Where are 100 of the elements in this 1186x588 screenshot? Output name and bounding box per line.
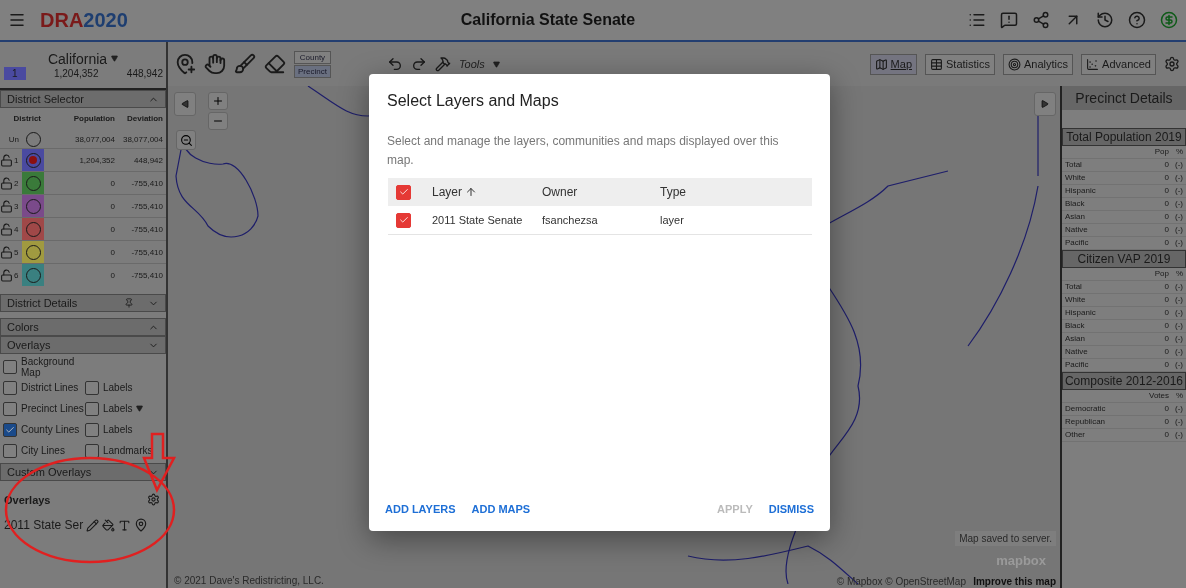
column-header: District [12, 113, 42, 123]
table-cell-text: (-) [1174, 283, 1183, 291]
column-header: Pop [1153, 148, 1169, 156]
table-cell-text: (-) [1174, 200, 1183, 208]
table-cell-text: (-) [1174, 174, 1183, 182]
section-title: Composite 2012-2016 [1062, 372, 1186, 390]
table-cell-text: 0 [1163, 226, 1169, 234]
table-cell-text: 2011 State Senate [432, 214, 524, 226]
column-header: Population [72, 113, 116, 123]
table-cell-text: Total [1065, 161, 1083, 169]
checkbox-label: Labels [103, 382, 133, 393]
section-title: Total Population 2019 [1062, 128, 1186, 146]
table-cell-text: Un [7, 134, 20, 144]
table-cell-text: 0 [1163, 213, 1169, 221]
checkbox-label: Background Map [21, 355, 76, 378]
table-cell-text: fsanchezsa [542, 214, 599, 226]
table-cell-text: (-) [1174, 322, 1183, 330]
table-cell-text: 0 [1163, 309, 1169, 317]
table-cell-text: Black [1065, 200, 1086, 208]
column-header: % [1174, 270, 1183, 278]
table-cell-text: Asian [1065, 213, 1086, 221]
table-cell-text: 0 [1163, 361, 1169, 369]
table-cell-text: 0 [1163, 418, 1169, 426]
table-cell-text: Democratic [1065, 405, 1107, 413]
table-cell-text: 0 [1163, 296, 1169, 304]
table-cell-text: Pacific [1065, 361, 1090, 369]
table-cell-text: 0 [1163, 161, 1169, 169]
table-cell-text: Black [1065, 322, 1086, 330]
section-title: Citizen VAP 2019 [1062, 250, 1186, 268]
table-cell-text: -755,410 [130, 178, 164, 188]
district-number: 5 [14, 247, 19, 257]
district-number: 1 [14, 155, 19, 165]
checkbox-label: Labels [103, 424, 133, 435]
table-cell-text: (-) [1174, 405, 1183, 413]
district-number: 1 [4, 66, 26, 80]
table-cell-text: (-) [1174, 418, 1183, 426]
district-number: 6 [14, 270, 19, 280]
dialog-description: Select and manage the layers, communities and maps displayed over this map. [387, 133, 780, 169]
table-cell-text: 0 [109, 224, 116, 234]
checkbox-label: District Lines [21, 382, 79, 393]
population-value: 1,204,352 [52, 67, 100, 79]
column-header: % [1174, 148, 1183, 156]
table-cell-text: Native [1065, 226, 1089, 234]
table-cell-text: 0 [1163, 348, 1169, 356]
table-cell-text: Total [1065, 283, 1083, 291]
table-cell-text: 0 [109, 178, 116, 188]
district-number: 3 [14, 201, 19, 211]
table-cell-text: 0 [109, 247, 116, 257]
table-cell-text: 0 [109, 201, 116, 211]
district-number: 4 [14, 224, 19, 234]
attribution-text: © Mapbox © OpenStreetMap [836, 576, 966, 587]
table-cell-text: (-) [1174, 161, 1183, 169]
table-cell-text: White [1065, 174, 1087, 182]
table-cell-text: 1,204,352 [78, 155, 116, 165]
checkbox-label: Landmarks [103, 445, 153, 456]
table-cell-text: -755,410 [130, 270, 164, 280]
table-cell-text: -755,410 [130, 201, 164, 211]
page-title: California State Senate [459, 11, 637, 29]
deviation-value: 448,942 [126, 67, 163, 79]
checkbox-label: Labels [103, 403, 133, 414]
table-cell-text: 38,077,004 [73, 134, 116, 144]
table-cell-text: 0 [1163, 187, 1169, 195]
table-cell-text: Republican [1065, 418, 1107, 426]
table-cell-text: 0 [109, 270, 116, 280]
table-cell-text: Asian [1065, 335, 1086, 343]
table-cell-text: White [1065, 296, 1087, 304]
table-cell-text: 38,077,004 [121, 134, 164, 144]
checkbox-label: County Lines [21, 424, 80, 435]
table-cell-text: 0 [1163, 200, 1169, 208]
table-cell-text: -755,410 [130, 224, 164, 234]
table-cell-text: (-) [1174, 226, 1183, 234]
table-cell-text: (-) [1174, 187, 1183, 195]
table-cell-text: (-) [1174, 239, 1183, 247]
table-cell-text: -755,410 [130, 247, 164, 257]
status-message: Map saved to server. [955, 531, 1056, 546]
table-cell-text: 0 [1163, 431, 1169, 439]
table-cell-text: 0 [1163, 239, 1169, 247]
table-cell-text: (-) [1174, 309, 1183, 317]
table-cell-text: (-) [1174, 348, 1183, 356]
table-cell-text: 0 [1163, 174, 1169, 182]
dialog-title: Select Layers and Maps [386, 92, 560, 110]
panel-title: Precinct Details [1062, 86, 1186, 110]
table-cell-text: (-) [1174, 213, 1183, 221]
table-cell-text: Native [1065, 348, 1089, 356]
table-cell-text: 0 [1163, 335, 1169, 343]
table-cell-text: (-) [1174, 431, 1183, 439]
column-header: Votes [1148, 392, 1169, 400]
table-cell-text: Pacific [1065, 239, 1090, 247]
checkbox-label: Precinct Lines [21, 403, 84, 414]
column-header: Deviation [126, 113, 164, 123]
checkbox-label: City Lines [21, 445, 65, 456]
table-cell-text: (-) [1174, 335, 1183, 343]
copyright-text: © 2021 Dave's Redistricting, LLC. [174, 575, 324, 586]
district-number: 2 [14, 178, 19, 188]
table-cell-text: Hispanic [1065, 309, 1097, 317]
table-cell-text: 0 [1163, 322, 1169, 330]
table-cell-text: (-) [1174, 361, 1183, 369]
column-header: Pop [1153, 270, 1169, 278]
column-header: % [1174, 392, 1183, 400]
table-cell-text: layer [660, 214, 685, 226]
